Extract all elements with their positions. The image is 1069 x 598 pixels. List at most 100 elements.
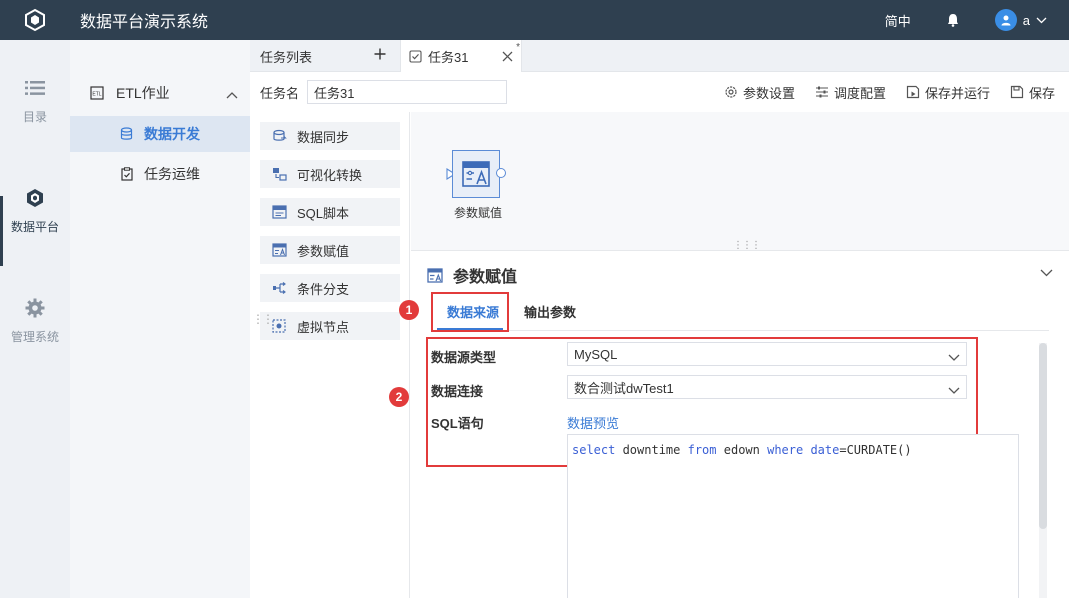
etl-icon: ETL (90, 86, 104, 100)
schedule-config-label: 调度配置 (833, 85, 886, 101)
sql-token: edown (716, 443, 768, 457)
save-button[interactable]: 保存 (1010, 83, 1055, 102)
sql-token: =CURDATE() (839, 443, 912, 457)
scrollbar-thumb[interactable] (1039, 343, 1047, 529)
source-type-select[interactable]: MySQL (567, 342, 967, 366)
sql-code-line: select downtime from edown where date=CU… (572, 443, 912, 457)
palette-item-condition-branch[interactable]: 条件分支 (260, 274, 400, 302)
palette-item-virtual-node[interactable]: 虚拟节点 (260, 312, 400, 340)
tab-label: 任务列表 (260, 49, 313, 65)
flow-canvas[interactable]: 参数赋值 ⋮⋮⋮ (411, 112, 1069, 251)
tab-task-list[interactable]: 任务列表 (250, 40, 400, 72)
palette-item-label: 条件分支 (297, 281, 350, 297)
visual-transform-icon (272, 167, 287, 181)
unsaved-mark: * (516, 42, 520, 53)
nav-item-label: 数据平台 (10, 220, 59, 234)
data-preview-link[interactable]: 数据预览 (567, 413, 619, 432)
chevron-up-icon (226, 86, 238, 102)
palette-item-label: SQL脚本 (297, 205, 350, 221)
flow-node-param-assign[interactable] (452, 150, 500, 198)
palette-item-data-sync[interactable]: 数据同步 (260, 122, 400, 150)
condition-branch-icon (272, 281, 287, 295)
param-settings-label: 参数设置 (742, 85, 795, 101)
sql-label: SQL语句 (431, 416, 484, 431)
flow-node-label: 参数赋值 (453, 206, 502, 220)
tab-bar: 任务列表 任务31 * (250, 40, 1069, 72)
chevron-down-icon[interactable] (1040, 265, 1053, 280)
task-name-label: 任务名 (260, 85, 300, 101)
palette-item-label: 虚拟节点 (297, 319, 350, 335)
task-name-input[interactable] (307, 80, 508, 104)
source-type-value: MySQL (574, 346, 618, 362)
palette-item-label: 可视化转换 (297, 167, 363, 183)
top-bar: 数据平台演示系统 简中 a (0, 0, 1069, 40)
nav-item-data-platform[interactable]: 数据平台 (0, 186, 70, 235)
palette-item-sql-script[interactable]: SQL脚本 (260, 198, 400, 226)
save-run-icon (906, 85, 925, 99)
save-icon (1010, 85, 1029, 99)
app-title: 数据平台演示系统 (80, 14, 209, 31)
tab-task-31[interactable]: 任务31 * (400, 40, 522, 72)
data-sync-icon (272, 129, 287, 143)
panel-tabs: 数据来源 输出参数 (431, 291, 1049, 331)
sql-keyword: date (810, 443, 840, 457)
bell-icon[interactable] (947, 13, 959, 27)
chevron-down-icon (1036, 17, 1047, 24)
connection-select[interactable]: 数合测试dwTest1 (567, 375, 967, 399)
user-menu[interactable]: a (994, 9, 1047, 31)
gear-icon (0, 296, 70, 320)
panel-header: 参数赋值 (427, 263, 517, 287)
subnav-item-data-dev[interactable]: 数据开发 (70, 116, 250, 152)
param-assign-icon (427, 267, 443, 283)
tab-output-params[interactable]: 输出参数 (524, 291, 576, 331)
user-name: a (1022, 12, 1030, 28)
save-and-run-button[interactable]: 保存并运行 (906, 83, 990, 102)
palette-item-visual-transform[interactable]: 可视化转换 (260, 160, 400, 188)
subnav-item-task-ops[interactable]: 任务运维 (70, 156, 250, 192)
chevron-down-icon (948, 350, 960, 365)
list-icon (0, 76, 70, 100)
sql-keyword: from (687, 443, 717, 457)
sliders-icon (815, 85, 834, 99)
left-nav: 目录 数据平台 管理系统 (0, 40, 70, 598)
clipboard-check-icon (120, 167, 134, 181)
sql-keyword: select (572, 443, 616, 457)
save-label: 保存 (1028, 85, 1055, 101)
save-and-run-label: 保存并运行 (924, 85, 990, 101)
step-badge-1: 1 (399, 300, 419, 320)
panel-title: 参数赋值 (453, 269, 518, 286)
plus-icon[interactable] (374, 48, 386, 63)
node-palette: 数据同步 可视化转换 SQL脚本 参数赋值 条件分支 虚拟节点 ⋮⋮ (250, 112, 410, 598)
sql-editor[interactable]: select downtime from edown where date=CU… (567, 434, 1019, 598)
param-assign-icon (462, 161, 490, 187)
connection-value: 数合测试dwTest1 (574, 380, 674, 396)
app-logo-icon[interactable] (0, 0, 70, 40)
nav-item-catalog[interactable]: 目录 (0, 76, 70, 125)
chevron-down-icon (948, 383, 960, 398)
highlight-box-tab (431, 292, 509, 332)
palette-item-label: 数据同步 (297, 129, 350, 145)
schedule-config-button[interactable]: 调度配置 (815, 83, 886, 102)
panel-scrollbar[interactable] (1039, 343, 1047, 598)
palette-item-param-assign[interactable]: 参数赋值 (260, 236, 400, 264)
step-badge-2: 2 (389, 387, 409, 407)
subnav-group-etl[interactable]: ETL ETL作业 (70, 76, 250, 110)
param-settings-button[interactable]: 参数设置 (724, 83, 795, 102)
nav-item-admin[interactable]: 管理系统 (0, 296, 70, 345)
close-icon[interactable] (502, 50, 513, 65)
source-type-label: 数据源类型 (431, 350, 497, 365)
task-check-icon (409, 49, 422, 63)
avatar (994, 9, 1017, 31)
node-property-panel: 参数赋值 数据来源 输出参数 1 2 数据源类型 MySQL 数据连接 数合测试… (389, 250, 1069, 598)
language-switch[interactable]: 简中 (885, 11, 911, 30)
subnav-item-label: 数据开发 (144, 126, 200, 142)
param-assign-icon (272, 243, 287, 257)
database-icon (120, 127, 134, 141)
tab-label: 任务31 (428, 49, 469, 65)
platform-cube-icon (0, 186, 70, 210)
gear-icon (724, 85, 743, 99)
sql-script-icon (272, 205, 287, 219)
subnav-group-label: ETL作业 (116, 85, 170, 101)
node-output-port[interactable] (496, 168, 506, 178)
palette-resize-handle[interactable]: ⋮⋮ (252, 312, 274, 326)
